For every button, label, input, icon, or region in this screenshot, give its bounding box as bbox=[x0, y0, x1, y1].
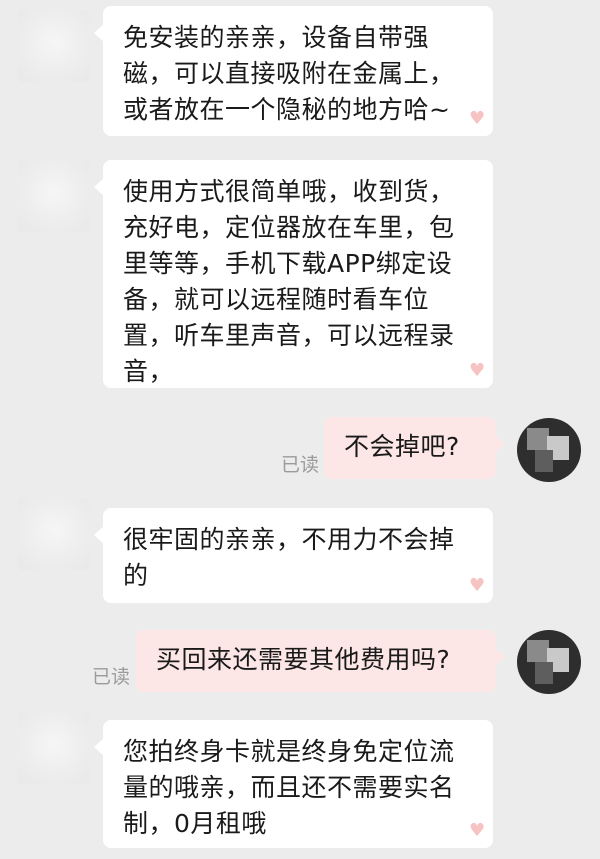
message-bubble-incoming[interactable]: 您拍终身卡就是终身免定位流 量的哦亲，而且还不需要实名 制，0月租哦 ♥ bbox=[94, 720, 493, 848]
message-bubble-outgoing[interactable]: 买回来还需要其他费用吗? bbox=[136, 630, 505, 692]
message-text: 您拍终身卡就是终身免定位流 量的哦亲，而且还不需要实名 制，0月租哦 bbox=[123, 737, 455, 838]
message-bubble-incoming[interactable]: 使用方式很简单哦，收到货， 充好电，定位器放在车里，包 里等等，手机下载APP绑… bbox=[94, 160, 493, 388]
message-text: 使用方式很简单哦，收到货， 充好电，定位器放在车里，包 里等等，手机下载APP绑… bbox=[123, 177, 455, 386]
message-text: 不会掉吧? bbox=[344, 432, 460, 461]
read-status: 已读 bbox=[92, 666, 131, 688]
sender-avatar[interactable] bbox=[18, 160, 90, 232]
sender-avatar[interactable] bbox=[18, 712, 90, 784]
sender-avatar[interactable] bbox=[18, 10, 90, 82]
heart-icon: ♥ bbox=[469, 108, 486, 129]
message-bubble-outgoing[interactable]: 不会掉吧? bbox=[324, 417, 505, 479]
message-text: 买回来还需要其他费用吗? bbox=[156, 645, 451, 674]
heart-icon: ♥ bbox=[469, 575, 486, 596]
read-status: 已读 bbox=[281, 454, 320, 476]
message-bubble-incoming[interactable]: 免安装的亲亲，设备自带强 磁，可以直接吸附在金属上， 或者放在一个隐秘的地方哈~… bbox=[94, 6, 493, 136]
message-text: 免安装的亲亲，设备自带强 磁，可以直接吸附在金属上， 或者放在一个隐秘的地方哈~ bbox=[123, 23, 455, 124]
user-avatar[interactable] bbox=[517, 418, 581, 482]
message-text: 很牢固的亲亲，不用力不会掉 的 bbox=[123, 525, 455, 590]
heart-icon: ♥ bbox=[469, 820, 486, 841]
sender-avatar[interactable] bbox=[18, 498, 90, 570]
user-avatar[interactable] bbox=[517, 630, 581, 694]
heart-icon: ♥ bbox=[469, 360, 486, 381]
message-bubble-incoming[interactable]: 很牢固的亲亲，不用力不会掉 的 ♥ bbox=[94, 508, 493, 603]
